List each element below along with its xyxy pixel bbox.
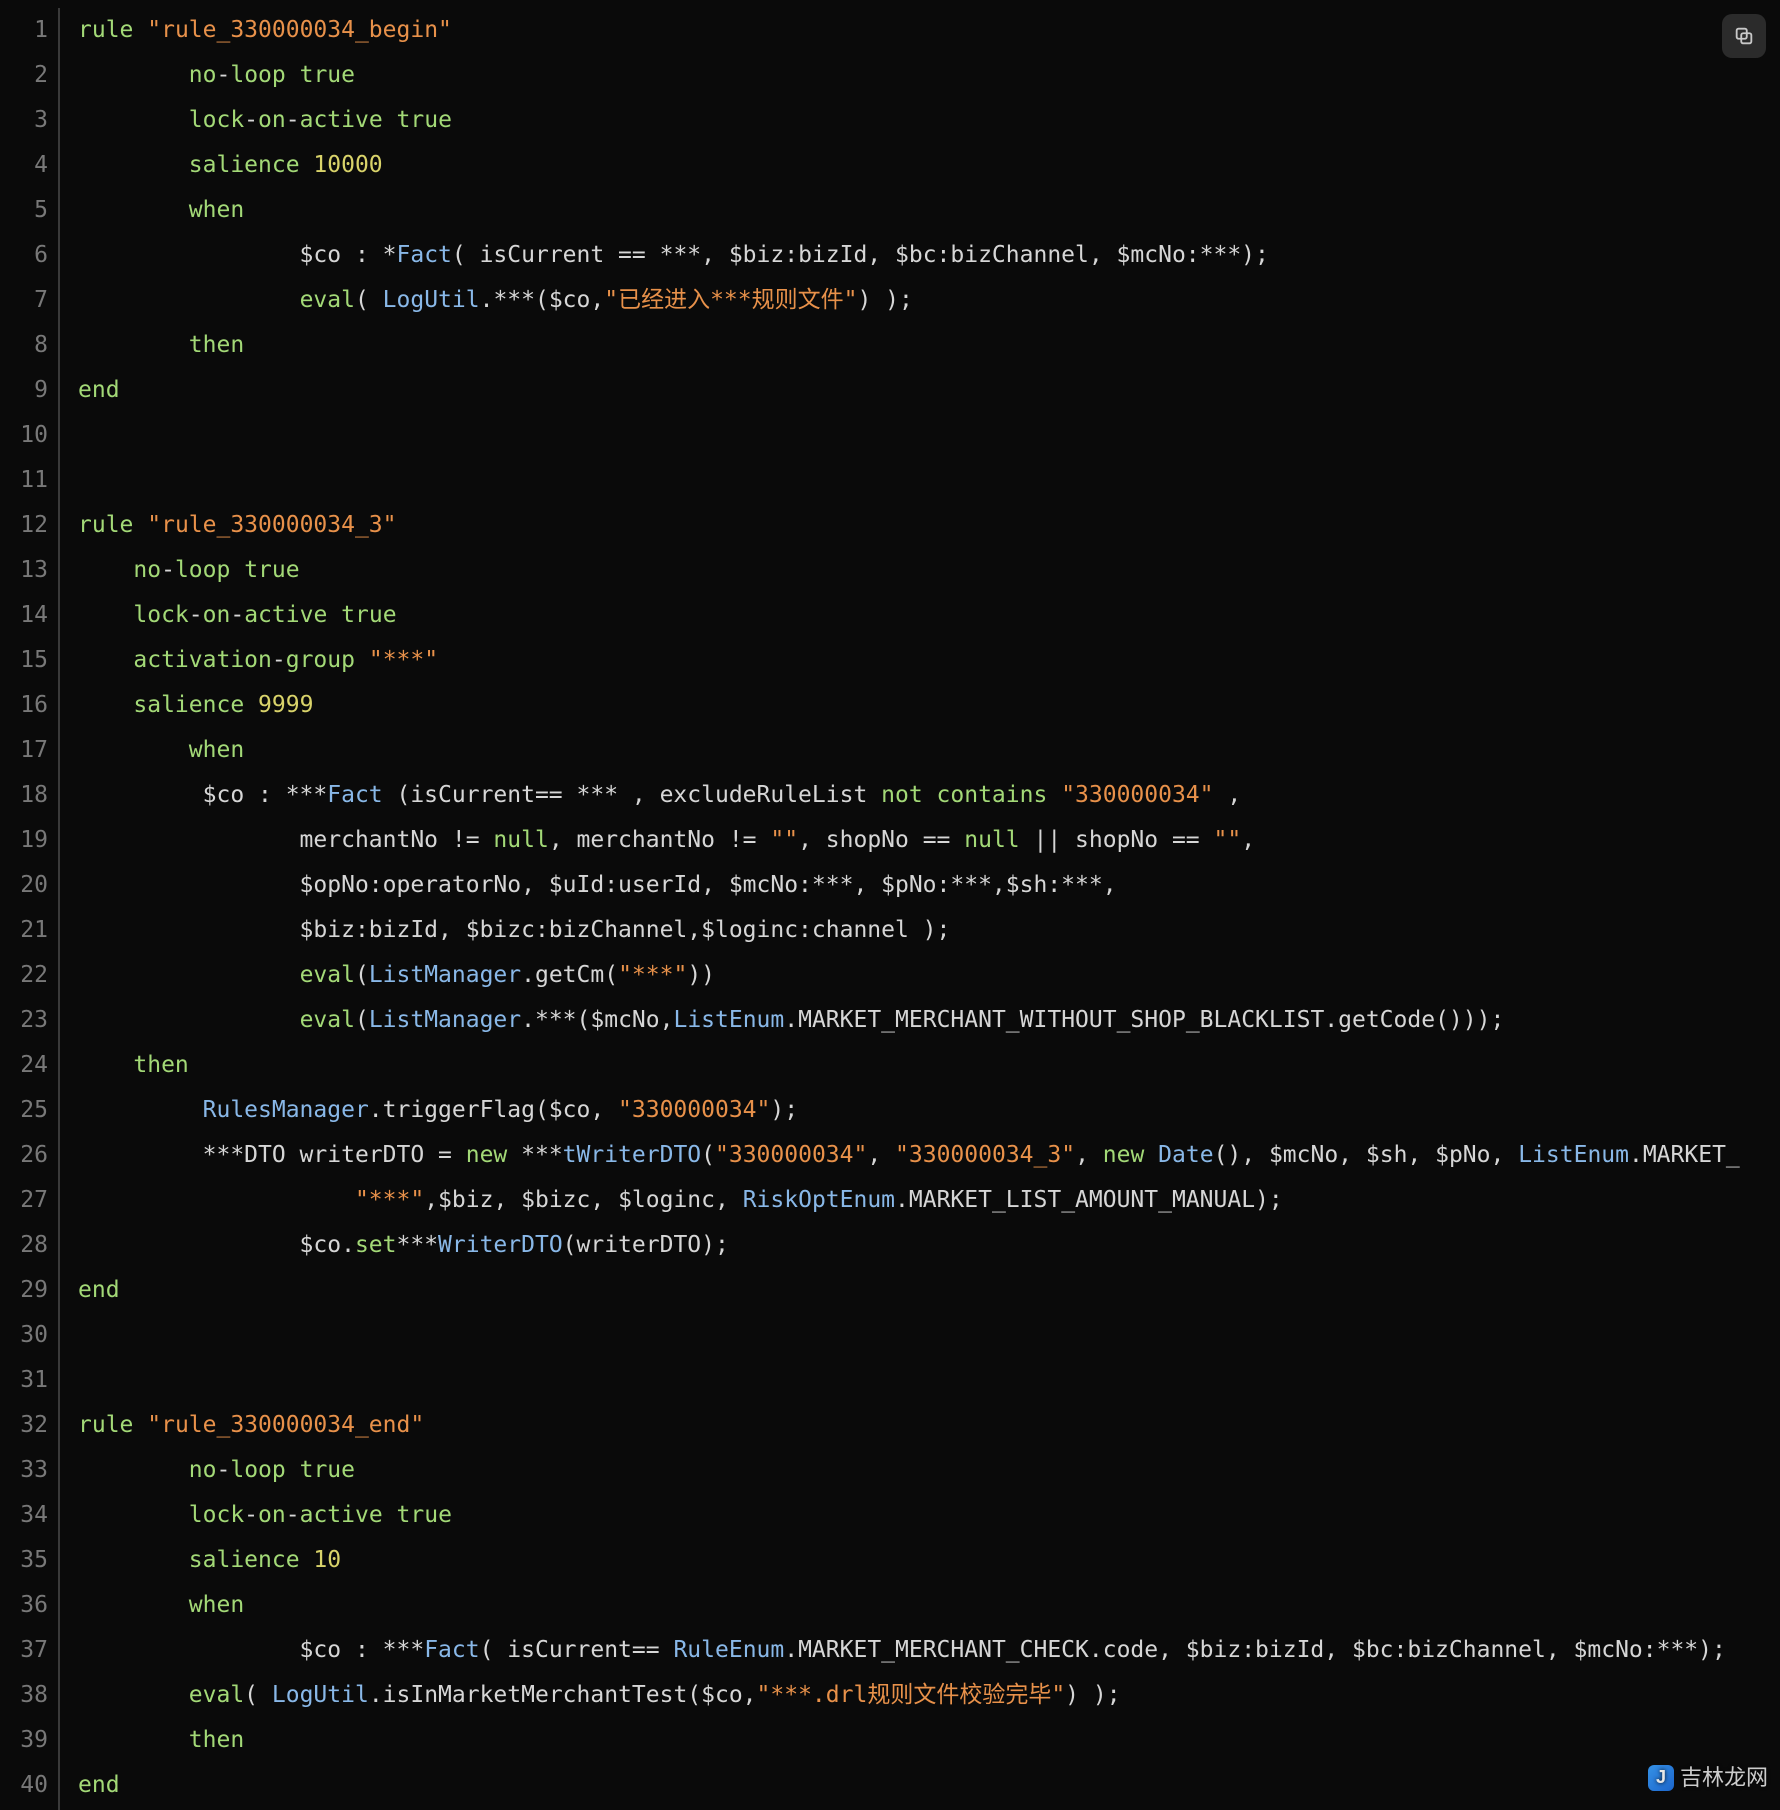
line-number: 40 <box>0 1763 48 1808</box>
watermark: J 吉林龙网 <box>1648 1755 1768 1800</box>
line-number: 19 <box>0 818 48 863</box>
line-number: 1 <box>0 8 48 53</box>
code-line: then <box>78 323 1780 368</box>
code-line: $co : *Fact( isCurrent == ***, $biz:bizI… <box>78 233 1780 278</box>
line-number: 17 <box>0 728 48 773</box>
code-line: eval(ListManager.getCm("***")) <box>78 953 1780 998</box>
line-number: 3 <box>0 98 48 143</box>
line-number: 11 <box>0 458 48 503</box>
code-line: when <box>78 728 1780 773</box>
code-line: when <box>78 188 1780 233</box>
watermark-text: 吉林龙网 <box>1680 1755 1768 1800</box>
copy-button[interactable] <box>1722 14 1766 58</box>
line-number: 31 <box>0 1358 48 1403</box>
line-number: 26 <box>0 1133 48 1178</box>
line-number: 14 <box>0 593 48 638</box>
line-number: 21 <box>0 908 48 953</box>
code-line: no-loop true <box>78 53 1780 98</box>
line-number: 39 <box>0 1718 48 1763</box>
code-line: salience 10 <box>78 1538 1780 1583</box>
code-line: end <box>78 1763 1780 1808</box>
line-number: 29 <box>0 1268 48 1313</box>
line-number: 27 <box>0 1178 48 1223</box>
code-line: merchantNo != null, merchantNo != "", sh… <box>78 818 1780 863</box>
watermark-logo-icon: J <box>1648 1765 1674 1791</box>
code-line: rule "rule_330000034_3" <box>78 503 1780 548</box>
code-line: rule "rule_330000034_end" <box>78 1403 1780 1448</box>
line-number: 20 <box>0 863 48 908</box>
line-number: 5 <box>0 188 48 233</box>
line-number-gutter: 1234567891011121314151617181920212223242… <box>0 8 58 1810</box>
code-line: $biz:bizId, $bizc:bizChannel,$loginc:cha… <box>78 908 1780 953</box>
line-number: 9 <box>0 368 48 413</box>
line-number: 8 <box>0 323 48 368</box>
line-number: 18 <box>0 773 48 818</box>
line-number: 4 <box>0 143 48 188</box>
line-number: 34 <box>0 1493 48 1538</box>
code-line <box>78 458 1780 503</box>
code-line: eval(ListManager.***($mcNo,ListEnum.MARK… <box>78 998 1780 1043</box>
code-line: no-loop true <box>78 1448 1780 1493</box>
line-number: 28 <box>0 1223 48 1268</box>
code-editor: 1234567891011121314151617181920212223242… <box>0 0 1780 1810</box>
line-number: 23 <box>0 998 48 1043</box>
code-line: end <box>78 368 1780 413</box>
line-number: 16 <box>0 683 48 728</box>
code-line: $co : ***Fact( isCurrent== RuleEnum.MARK… <box>78 1628 1780 1673</box>
code-line: end <box>78 1268 1780 1313</box>
code-area[interactable]: rule "rule_330000034_begin" no-loop true… <box>60 8 1780 1810</box>
line-number: 6 <box>0 233 48 278</box>
line-number: 22 <box>0 953 48 998</box>
line-number: 36 <box>0 1583 48 1628</box>
code-line: then <box>78 1718 1780 1763</box>
code-line <box>78 1313 1780 1358</box>
code-line <box>78 1358 1780 1403</box>
line-number: 33 <box>0 1448 48 1493</box>
line-number: 10 <box>0 413 48 458</box>
code-line: then <box>78 1043 1780 1088</box>
line-number: 35 <box>0 1538 48 1583</box>
line-number: 12 <box>0 503 48 548</box>
code-line: RulesManager.triggerFlag($co, "330000034… <box>78 1088 1780 1133</box>
code-line: ***DTO writerDTO = new ***tWriterDTO("33… <box>78 1133 1780 1178</box>
code-line: eval( LogUtil.***($co,"已经进入***规则文件") ); <box>78 278 1780 323</box>
line-number: 7 <box>0 278 48 323</box>
line-number: 30 <box>0 1313 48 1358</box>
line-number: 13 <box>0 548 48 593</box>
code-line: $co.set***WriterDTO(writerDTO); <box>78 1223 1780 1268</box>
code-line: salience 10000 <box>78 143 1780 188</box>
copy-icon <box>1733 25 1755 47</box>
code-line: no-loop true <box>78 548 1780 593</box>
code-line: activation-group "***" <box>78 638 1780 683</box>
code-line: "***",$biz, $bizc, $loginc, RiskOptEnum.… <box>78 1178 1780 1223</box>
line-number: 37 <box>0 1628 48 1673</box>
line-number: 38 <box>0 1673 48 1718</box>
code-line <box>78 413 1780 458</box>
line-number: 25 <box>0 1088 48 1133</box>
code-line: eval( LogUtil.isInMarketMerchantTest($co… <box>78 1673 1780 1718</box>
code-line: rule "rule_330000034_begin" <box>78 8 1780 53</box>
code-line: $opNo:operatorNo, $uId:userId, $mcNo:***… <box>78 863 1780 908</box>
code-line: lock-on-active true <box>78 593 1780 638</box>
line-number: 15 <box>0 638 48 683</box>
line-number: 24 <box>0 1043 48 1088</box>
line-number: 2 <box>0 53 48 98</box>
code-line: when <box>78 1583 1780 1628</box>
code-line: $co : ***Fact (isCurrent== *** , exclude… <box>78 773 1780 818</box>
code-line: salience 9999 <box>78 683 1780 728</box>
line-number: 32 <box>0 1403 48 1448</box>
code-line: lock-on-active true <box>78 98 1780 143</box>
code-line: lock-on-active true <box>78 1493 1780 1538</box>
